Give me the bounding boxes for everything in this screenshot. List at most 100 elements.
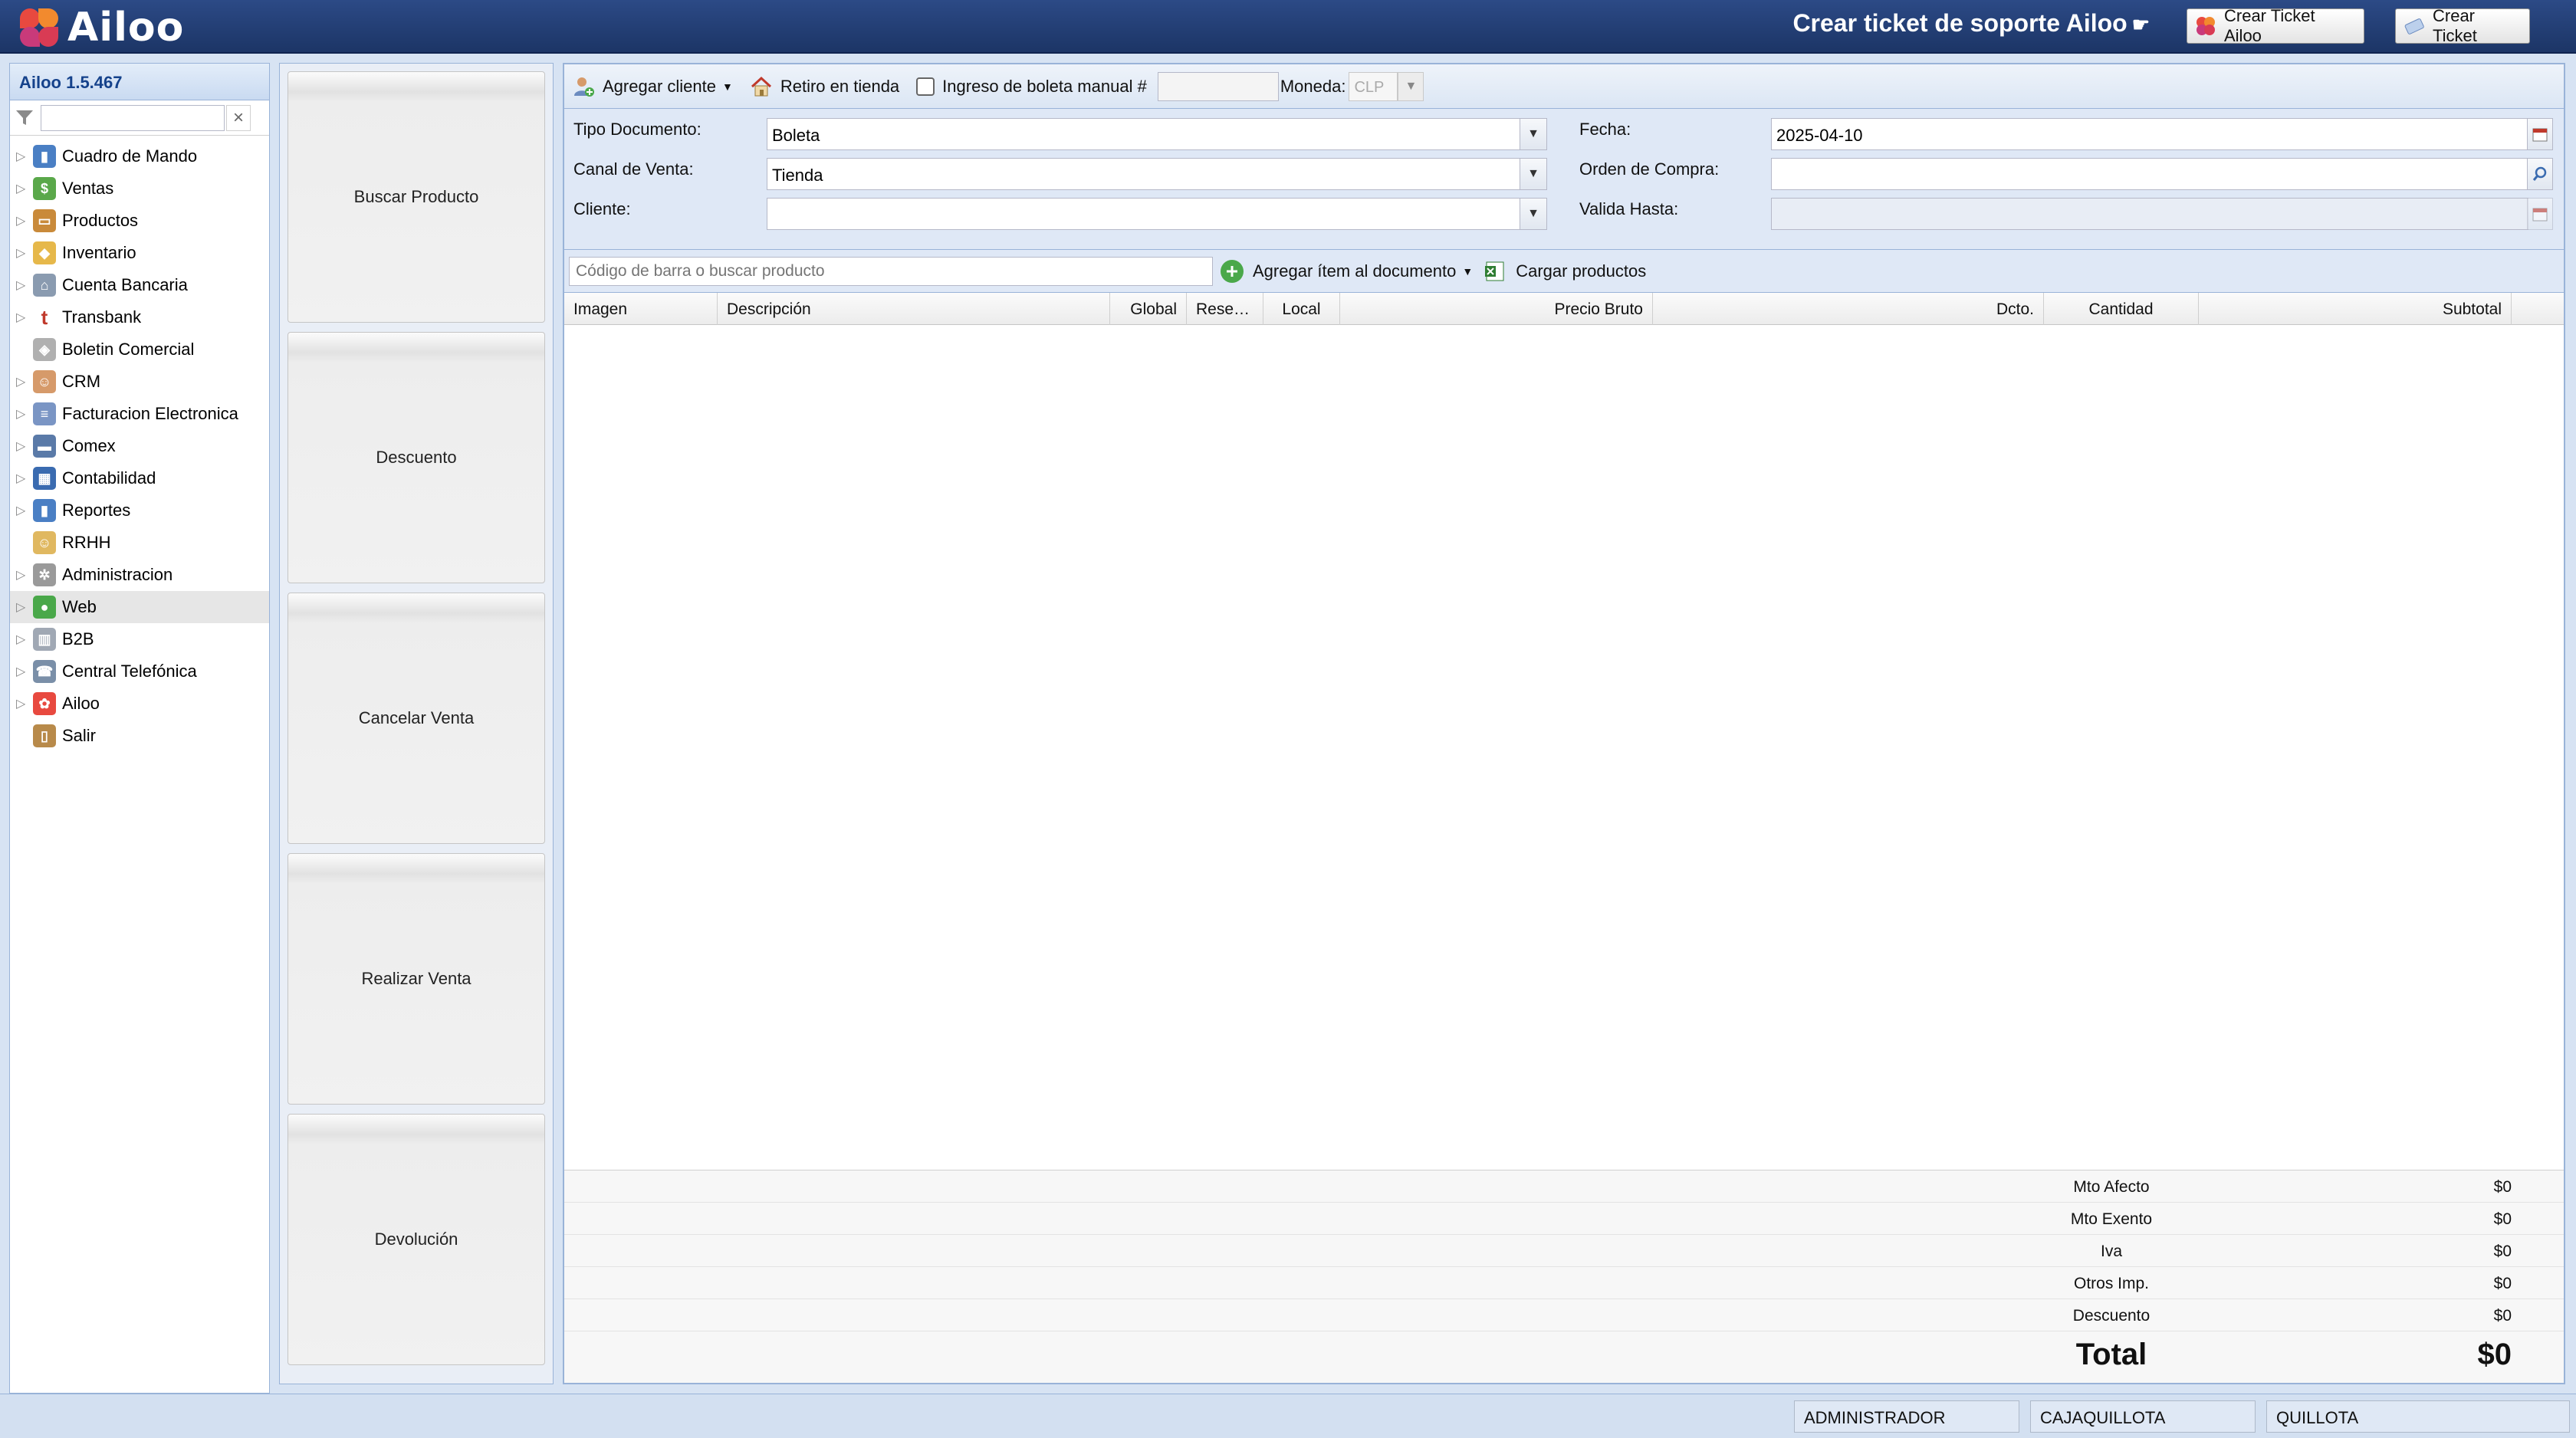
add-item-button[interactable]: Agregar ítem al documento ▼ (1221, 259, 1484, 283)
calendar-icon[interactable] (2527, 198, 2553, 230)
add-client-label: Agregar cliente (603, 76, 716, 96)
support-ticket-label: Crear ticket de soporte Ailoo (1792, 9, 2128, 37)
sidebar-item-web[interactable]: ▷ ● Web (10, 591, 269, 623)
client-dropdown-icon[interactable]: ▼ (1520, 198, 1547, 230)
cancel-sale-button[interactable]: Cancelar Venta (288, 593, 545, 844)
items-grid-body (564, 325, 2564, 1167)
expand-arrow-icon[interactable]: ▷ (16, 149, 30, 164)
calendar-icon[interactable] (2527, 118, 2553, 150)
sidebar-item-central-telefónica[interactable]: ▷ ☎ Central Telefónica (10, 655, 269, 688)
status-bar: ADMINISTRADOR CAJAQUILLOTA QUILLOTA (0, 1394, 2576, 1438)
sidebar: Ailoo 1.5.467 × ▷ ▮ Cuadro de Mando ▷ $ Venta… (9, 63, 270, 1394)
currency-select[interactable]: CLP ▼ (1349, 71, 1424, 101)
manual-receipt-number-input[interactable] (1157, 71, 1279, 101)
affected-amount-value: $0 (2493, 1178, 2512, 1196)
expand-arrow-icon[interactable]: ▷ (16, 374, 30, 389)
search-product-button[interactable]: Buscar Producto (288, 71, 545, 323)
column-header[interactable]: Global (1110, 293, 1187, 325)
column-header[interactable]: Local (1263, 293, 1340, 325)
items-grid-header: Imagen Descripción Global Rese… Local Precio … (564, 293, 2564, 325)
nav-filter: × (10, 100, 269, 136)
column-header[interactable]: Descripción (718, 293, 1110, 325)
support-ticket-title[interactable]: Crear ticket de soporte Ailoo ☛ (1792, 9, 2150, 38)
sidebar-item-boletin-comercial[interactable]: ◈ Boletin Comercial (10, 333, 269, 366)
action-panel: Buscar Producto Descuento Cancelar Venta… (279, 63, 554, 1384)
sidebar-item-ailoo[interactable]: ▷ ✿ Ailoo (10, 688, 269, 720)
expand-arrow-icon[interactable]: ▷ (16, 599, 30, 615)
expand-arrow-icon[interactable]: ▷ (16, 245, 30, 261)
sidebar-item-label: Central Telefónica (62, 662, 197, 681)
sidebar-item-label: Facturacion Electronica (62, 404, 238, 423)
expand-arrow-icon[interactable]: ▷ (16, 503, 30, 518)
create-ticket-ailoo-button[interactable]: Crear Ticket Ailoo (2187, 6, 2364, 45)
expand-arrow-icon[interactable]: ▷ (16, 181, 30, 196)
sidebar-item-salir[interactable]: ▯ Salir (10, 720, 269, 752)
home-icon (750, 75, 773, 98)
expand-arrow-icon[interactable]: ▷ (16, 406, 30, 422)
column-header[interactable]: Subtotal (2199, 293, 2512, 325)
sidebar-item-productos[interactable]: ▷ ▭ Productos (10, 205, 269, 237)
sidebar-item-administracion[interactable]: ▷ ✲ Administracion (10, 559, 269, 591)
expand-arrow-icon[interactable]: ▷ (16, 696, 30, 711)
sidebar-item-b2b[interactable]: ▷ ▥ B2B (10, 623, 269, 655)
sidebar-item-crm[interactable]: ▷ ☺ CRM (10, 366, 269, 398)
gear-icon: ✲ (33, 563, 56, 586)
sidebar-item-cuenta-bancaria[interactable]: ▷ ⌂ Cuenta Bancaria (10, 269, 269, 301)
filter-icon (15, 108, 34, 128)
date-label: Fecha: (1579, 120, 1631, 139)
date-field[interactable]: 2025-04-10 (1771, 118, 2528, 150)
sidebar-item-label: Salir (62, 726, 97, 745)
sidebar-item-reportes[interactable]: ▷ ▮ Reportes (10, 494, 269, 527)
manual-receipt-label: Ingreso de boleta manual # (942, 76, 1147, 96)
valid-until-field[interactable] (1771, 198, 2528, 230)
manual-receipt-checkbox[interactable] (916, 77, 935, 96)
sidebar-item-contabilidad[interactable]: ▷ ▦ Contabilidad (10, 462, 269, 494)
column-header[interactable]: Precio Bruto (1340, 293, 1653, 325)
truck-icon: ▬ (33, 435, 56, 458)
sidebar-item-rrhh[interactable]: ☺ RRHH (10, 527, 269, 559)
sales-channel-select[interactable]: Tienda (767, 158, 1521, 190)
purchase-order-field[interactable] (1771, 158, 2528, 190)
exempt-amount-value: $0 (2493, 1210, 2512, 1228)
expand-arrow-icon[interactable]: ▷ (16, 664, 30, 679)
valid-until-label: Valida Hasta: (1579, 199, 1679, 218)
column-header[interactable]: Dcto. (1653, 293, 2044, 325)
document-type-select[interactable]: Boleta (767, 118, 1521, 150)
sidebar-item-comex[interactable]: ▷ ▬ Comex (10, 430, 269, 462)
expand-arrow-icon[interactable]: ▷ (16, 471, 30, 486)
discount-button[interactable]: Descuento (288, 332, 545, 583)
column-header[interactable]: Rese… (1187, 293, 1263, 325)
expand-arrow-icon[interactable]: ▷ (16, 213, 30, 228)
expand-arrow-icon[interactable]: ▷ (16, 632, 30, 647)
other-taxes-value: $0 (2493, 1275, 2512, 1292)
sidebar-item-transbank[interactable]: ▷ t Transbank (10, 301, 269, 333)
sales-channel-dropdown-icon[interactable]: ▼ (1520, 158, 1547, 190)
return-button[interactable]: Devolución (288, 1114, 545, 1365)
sidebar-item-ventas[interactable]: ▷ $ Ventas (10, 172, 269, 205)
expand-arrow-icon[interactable]: ▷ (16, 277, 30, 293)
column-header[interactable]: Imagen (564, 293, 718, 325)
nav-filter-input[interactable] (41, 104, 225, 131)
create-ticket-button[interactable]: Crear Ticket (2395, 6, 2530, 45)
expand-arrow-icon[interactable]: ▷ (16, 438, 30, 454)
expand-arrow-icon[interactable]: ▷ (16, 567, 30, 583)
clear-filter-icon[interactable]: × (226, 104, 251, 131)
column-header-filler (2512, 293, 2564, 325)
expand-arrow-icon[interactable]: ▷ (16, 310, 30, 325)
barcode-search-input[interactable] (569, 256, 1213, 286)
make-sale-button[interactable]: Realizar Venta (288, 853, 545, 1105)
client-select[interactable] (767, 198, 1521, 230)
app-logo-text: Ailoo (67, 5, 185, 51)
add-client-button[interactable]: Agregar cliente ▼ (572, 75, 733, 98)
sidebar-item-cuadro-de-mando[interactable]: ▷ ▮ Cuadro de Mando (10, 140, 269, 172)
dropdown-caret-icon: ▼ (1462, 264, 1474, 277)
search-icon[interactable] (2527, 158, 2553, 190)
store-pickup-button[interactable]: Retiro en tienda (750, 75, 899, 98)
add-user-icon (572, 75, 595, 98)
load-products-button[interactable]: Cargar productos (1484, 260, 1646, 283)
invoice-icon: ≡ (33, 402, 56, 425)
document-type-dropdown-icon[interactable]: ▼ (1520, 118, 1547, 150)
sidebar-item-facturacion-electronica[interactable]: ▷ ≡ Facturacion Electronica (10, 398, 269, 430)
column-header[interactable]: Cantidad (2044, 293, 2199, 325)
sidebar-item-inventario[interactable]: ▷ ◆ Inventario (10, 237, 269, 269)
